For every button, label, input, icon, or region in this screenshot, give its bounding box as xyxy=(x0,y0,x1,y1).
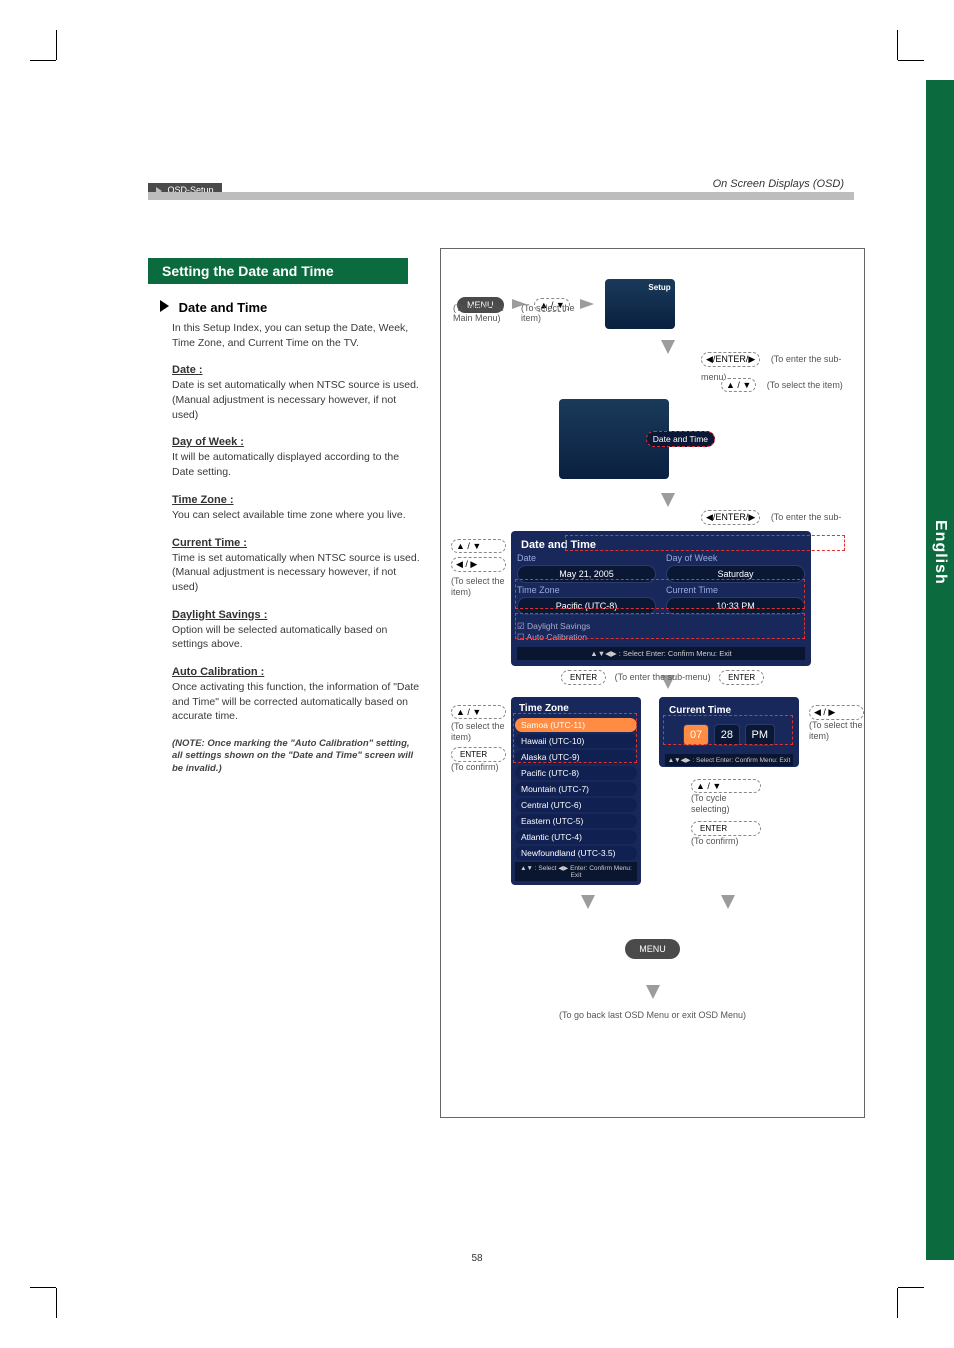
tz-item: Central (UTC-6) xyxy=(515,798,637,812)
up-down-key-icon: ▲ / ▼ xyxy=(691,779,761,793)
arrow-down-icon xyxy=(581,895,595,909)
enter-key-icon: ENTER xyxy=(451,747,506,762)
crop-mark xyxy=(898,60,924,61)
confirm-caption: (To confirm) xyxy=(691,836,761,847)
crop-mark xyxy=(30,60,56,61)
left-key-group: ▲ / ▼ ◀ / ▶ (To select the item) xyxy=(451,539,506,598)
section-title-text: Date and Time xyxy=(179,300,268,315)
crop-mark xyxy=(897,1288,898,1318)
ac-text: Once activating this function, the infor… xyxy=(172,680,420,724)
ds-heading: Daylight Savings : xyxy=(172,609,420,621)
up-down-key-icon: ▲ / ▼ xyxy=(451,705,506,719)
highlight-border xyxy=(515,613,805,639)
select-item-caption: (To select the item) xyxy=(809,720,864,742)
osd-dow-label: Day of Week xyxy=(666,553,805,563)
menu-end: MENU xyxy=(441,939,864,959)
tz-item: Newfoundland (UTC-3.5) xyxy=(515,846,637,860)
crop-mark xyxy=(30,1287,56,1288)
crop-mark xyxy=(56,1288,57,1318)
osd-date-label: Date xyxy=(517,553,656,563)
select-item-step: ▲ / ▼ (To select the item) xyxy=(721,375,843,393)
up-down-key-icon: ▲ / ▼ xyxy=(451,539,506,553)
osd-preview-setup: Setup xyxy=(605,279,675,329)
language-tab: English xyxy=(926,80,954,1260)
tz-hint-bar: ▲▼ : Select ◀▶ Enter: Confirm Menu: Exit xyxy=(515,862,637,881)
enter-key-icon: ENTER xyxy=(719,670,764,685)
select-item-caption: (To select the item) xyxy=(767,380,843,390)
ct-hint-bar: ▲▼◀▶ : Select Enter: Confirm Menu: Exit xyxy=(665,754,793,766)
osd-current-time: Current Time 07 28 PM ▲▼◀▶ : Select Ente… xyxy=(659,697,799,767)
osd-preview-datetime-item: Date and Time xyxy=(559,399,669,479)
arrow-down-icon xyxy=(661,493,675,507)
highlight-border xyxy=(663,715,793,745)
page-number: 58 xyxy=(471,1253,482,1264)
arrow-down-icon xyxy=(721,895,735,909)
language-label: English xyxy=(931,520,949,585)
tz-left-key-group: ▲ / ▼ (To select the item) ENTER (To con… xyxy=(451,705,506,772)
tz-item: Eastern (UTC-5) xyxy=(515,814,637,828)
dow-text: It will be automatically displayed accor… xyxy=(172,450,420,479)
left-right-key-icon: ◀ / ▶ xyxy=(809,705,864,720)
tz-item: Mountain (UTC-7) xyxy=(515,782,637,796)
tz-text: You can select available time zone where… xyxy=(172,508,420,523)
tz-item: Atlantic (UTC-4) xyxy=(515,830,637,844)
select-item-caption: (To select the item) xyxy=(451,721,506,743)
setup-label: Setup xyxy=(648,283,670,292)
header-rule xyxy=(148,192,854,200)
select-item-caption: (To select the item) xyxy=(521,303,581,323)
intro-text: In this Setup Index, you can setup the D… xyxy=(172,321,420,350)
ct-key-group-below: ▲ / ▼ (To cycle selecting) ENTER (To con… xyxy=(691,779,761,846)
up-down-key-icon: ▲ / ▼ xyxy=(721,378,756,392)
highlight-border xyxy=(515,579,805,609)
page-header: OSD-Setup On Screen Displays (OSD) xyxy=(148,192,854,200)
crop-mark xyxy=(897,30,898,60)
ct-text: Time is set automatically when NTSC sour… xyxy=(172,551,420,595)
dow-heading: Day of Week : xyxy=(172,436,420,448)
cycle-caption: (To cycle selecting) xyxy=(691,793,761,815)
ds-text: Option will be selected automatically ba… xyxy=(172,623,420,652)
ac-heading: Auto Calibration : xyxy=(172,666,420,678)
osd-hint-bar: ▲▼◀▶ : Select Enter: Confirm Menu: Exit xyxy=(517,647,805,660)
left-right-key-icon: ◀ / ▶ xyxy=(451,557,506,572)
highlight-border xyxy=(565,535,845,551)
date-text: Date is set automatically when NTSC sour… xyxy=(172,378,420,422)
enter-combo-key-icon: ◀/ENTER/▶ xyxy=(701,352,760,367)
date-heading: Date : xyxy=(172,364,420,376)
highlight-border xyxy=(513,713,637,763)
enter-key-icon: ENTER xyxy=(691,821,761,836)
menu-button: MENU xyxy=(625,939,680,959)
header-right-text: On Screen Displays (OSD) xyxy=(713,178,844,190)
crop-mark xyxy=(898,1287,924,1288)
arrow-right-icon xyxy=(160,300,169,312)
enter-sub-caption: (To enter the sub-menu) xyxy=(615,672,711,682)
select-item-caption: (To select the item) xyxy=(451,576,506,598)
enter-key-icon: ENTER xyxy=(561,670,606,685)
back-note: (To go back last OSD Menu or exit OSD Me… xyxy=(559,1010,746,1020)
arrow-right-icon xyxy=(580,299,594,309)
show-main-caption: (To show the Main Menu) xyxy=(453,303,513,323)
note-text: (NOTE: Once marking the "Auto Calibratio… xyxy=(172,738,420,775)
ct-right-key-group: ◀ / ▶ (To select the item) xyxy=(809,705,864,742)
arrow-down-icon xyxy=(646,985,660,999)
section-title: Date and Time xyxy=(160,300,420,315)
osd-date-and-time: Date and Time Date May 21, 2005 Time Zon… xyxy=(511,531,811,666)
ct-heading: Current Time : xyxy=(172,537,420,549)
crop-mark xyxy=(56,30,57,60)
osd-time-zone-list: Time Zone Samoa (UTC-11)Hawaii (UTC-10)A… xyxy=(511,697,641,885)
tz-heading: Time Zone : xyxy=(172,494,420,506)
tz-item: Pacific (UTC-8) xyxy=(515,766,637,780)
page-title-bar: Setting the Date and Time xyxy=(148,258,408,284)
description-column: Date and Time In this Setup Index, you c… xyxy=(160,300,420,775)
back-note-row: (To go back last OSD Menu or exit OSD Me… xyxy=(441,1005,864,1023)
flow-diagram: MENU ▲ / ▼ Setup (To show the Main Menu)… xyxy=(440,248,865,1118)
confirm-caption: (To confirm) xyxy=(451,762,506,773)
date-time-highlight: Date and Time xyxy=(646,431,715,447)
enter-sub-row: ENTER (To enter the sub-menu) ENTER xyxy=(561,667,764,685)
arrow-down-icon xyxy=(661,340,675,354)
enter-combo-key-icon: ◀/ENTER/▶ xyxy=(701,510,760,525)
